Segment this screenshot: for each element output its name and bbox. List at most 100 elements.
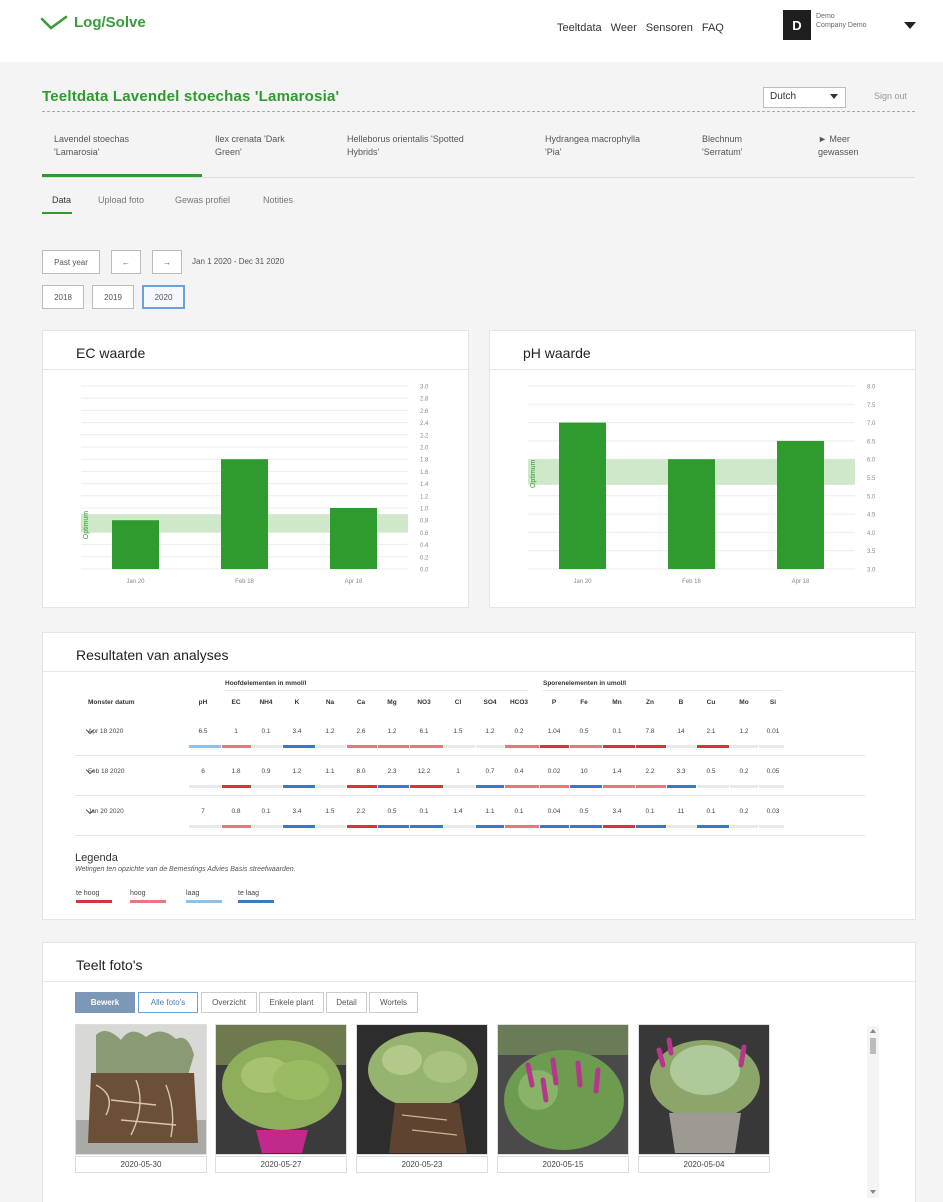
optimum-band-label: Optimum bbox=[530, 459, 537, 488]
table-cell: 0.1 bbox=[645, 808, 655, 815]
legend-high-label: hoog bbox=[130, 890, 146, 897]
avatar[interactable]: D bbox=[783, 10, 811, 40]
group-header-trace: Sporenelementen in umol/l bbox=[543, 680, 627, 687]
status-bar bbox=[730, 785, 758, 788]
filter-single-plant-button[interactable]: Enkele plant bbox=[259, 992, 324, 1013]
nav-item-teeltdata[interactable]: Teeltdata bbox=[557, 22, 602, 34]
table-cell: 12.2 bbox=[417, 768, 431, 775]
status-bar bbox=[410, 785, 443, 788]
past-year-button[interactable]: Past year bbox=[42, 250, 100, 274]
table-cell: 2.1 bbox=[706, 728, 716, 735]
filter-overview-button[interactable]: Overzicht bbox=[201, 992, 257, 1013]
status-bar bbox=[476, 825, 504, 828]
crop-tab-helleborus[interactable]: Helleborus orientalis 'Spotted Hybrids' bbox=[347, 133, 464, 159]
table-cell: 1.5 bbox=[325, 808, 335, 815]
column-header: NH4 bbox=[259, 699, 273, 706]
crop-photo[interactable] bbox=[497, 1024, 629, 1155]
table-cell: 7 bbox=[201, 808, 205, 815]
status-bar bbox=[697, 745, 729, 748]
status-bar bbox=[189, 785, 221, 788]
column-header: Mg bbox=[387, 699, 397, 706]
optimum-band-label: Optimum bbox=[83, 511, 90, 540]
year-2019-button[interactable]: 2019 bbox=[92, 285, 134, 309]
filter-roots-button[interactable]: Wortels bbox=[369, 992, 418, 1013]
photo-date: 2020-05-27 bbox=[215, 1156, 347, 1173]
status-bar bbox=[667, 825, 696, 828]
sign-out-link[interactable]: Sign out bbox=[874, 91, 907, 101]
nav-item-faq[interactable]: FAQ bbox=[702, 22, 724, 34]
account-user: Demo bbox=[816, 13, 835, 20]
check-logo-icon bbox=[40, 15, 68, 30]
nav-item-sensoren[interactable]: Sensoren bbox=[646, 22, 693, 34]
table-cell: 1.5 bbox=[453, 728, 463, 735]
account-info[interactable]: Demo Company Demo bbox=[816, 12, 867, 30]
crop-tab-label: Lavendel stoechas bbox=[54, 134, 130, 144]
table-cell: 1.04 bbox=[547, 728, 561, 735]
crop-photo[interactable] bbox=[356, 1024, 488, 1155]
table-cell: 2.6 bbox=[356, 728, 366, 735]
table-cell: 3.3 bbox=[676, 768, 686, 775]
table-cell: 3.4 bbox=[292, 728, 302, 735]
crop-photo[interactable] bbox=[75, 1024, 207, 1155]
status-bar bbox=[697, 825, 729, 828]
column-header: NO3 bbox=[417, 699, 431, 706]
subtab-gewas-profiel[interactable]: Gewas profiel bbox=[175, 195, 230, 205]
status-bar bbox=[636, 825, 666, 828]
row-date: Feb 18 2020 bbox=[88, 768, 125, 775]
status-bar bbox=[667, 785, 696, 788]
table-cell: 3.4 bbox=[612, 808, 622, 815]
card-divider bbox=[43, 671, 915, 672]
year-2020-button[interactable]: 2020 bbox=[142, 285, 185, 309]
status-bar bbox=[378, 745, 409, 748]
status-bar bbox=[283, 785, 315, 788]
table-cell: 0.1 bbox=[706, 808, 716, 815]
nav-item-weer[interactable]: Weer bbox=[611, 22, 637, 34]
language-select[interactable]: Dutch bbox=[763, 87, 846, 108]
crop-tab-lavendel[interactable]: Lavendel stoechas 'Lamarosia' bbox=[54, 133, 129, 159]
table-cell: 0.9 bbox=[261, 768, 271, 775]
crop-tab-hydrangea[interactable]: Hydrangea macrophylla 'Pia' bbox=[545, 133, 640, 159]
status-bar bbox=[316, 825, 346, 828]
status-bar bbox=[378, 785, 409, 788]
table-cell: 0.01 bbox=[766, 728, 780, 735]
ec-chart-card: EC waarde 0.0 0.2 0.4 0.6 0.8 1.0 1.2 1.4 1.6 1.8… bbox=[42, 330, 469, 608]
y-tick-label: 6.0 bbox=[867, 458, 876, 464]
y-tick-label: 2.4 bbox=[420, 421, 429, 427]
crop-photo[interactable] bbox=[638, 1024, 770, 1155]
photos-scrollbar[interactable] bbox=[867, 1026, 879, 1198]
status-bar bbox=[570, 825, 602, 828]
crop-tab-label: Ilex crenata 'Dark bbox=[215, 134, 285, 144]
crop-tab-label: 'Lamarosia' bbox=[54, 147, 100, 157]
row-date: Apr 18 2020 bbox=[88, 728, 124, 735]
column-header: B bbox=[678, 699, 684, 706]
edit-photos-button[interactable]: Bewerk bbox=[75, 992, 135, 1013]
ec-chart: 0.0 0.2 0.4 0.6 0.8 1.0 1.2 1.4 1.6 1.8 2.0 2.2 2.4 2… bbox=[81, 385, 429, 585]
x-tick-label: Jan 20 bbox=[573, 579, 592, 585]
subtab-notities[interactable]: Notities bbox=[263, 195, 293, 205]
y-tick-label: 3.0 bbox=[420, 385, 429, 391]
brand-logo[interactable]: Log/Solve bbox=[40, 14, 146, 31]
chart-bar bbox=[330, 508, 377, 569]
crop-photo[interactable] bbox=[215, 1024, 347, 1155]
subtab-upload-foto[interactable]: Upload foto bbox=[98, 195, 144, 205]
filter-detail-button[interactable]: Detail bbox=[326, 992, 367, 1013]
subtab-data[interactable]: Data bbox=[52, 195, 71, 205]
x-tick-label: Jan 20 bbox=[126, 579, 145, 585]
status-bar bbox=[730, 825, 758, 828]
status-bar bbox=[636, 785, 666, 788]
year-2018-button[interactable]: 2018 bbox=[42, 285, 84, 309]
crop-tab-more[interactable]: ► Meer gewassen bbox=[818, 133, 859, 159]
lavender-plant-photo-image bbox=[216, 1025, 346, 1154]
table-cell: 0.1 bbox=[419, 808, 429, 815]
previous-period-button[interactable]: ← bbox=[111, 250, 141, 274]
table-cell: 0.8 bbox=[231, 808, 241, 815]
status-bar bbox=[283, 745, 315, 748]
crop-tab-blechnum[interactable]: Blechnum 'Serratum' bbox=[702, 133, 742, 159]
next-period-button[interactable]: → bbox=[152, 250, 182, 274]
status-bar bbox=[347, 745, 377, 748]
column-header: Zn bbox=[646, 699, 654, 706]
photos-title: Teelt foto's bbox=[76, 957, 143, 973]
account-menu-caret-icon[interactable] bbox=[904, 22, 916, 29]
crop-tab-ilex[interactable]: Ilex crenata 'Dark Green' bbox=[215, 133, 285, 159]
filter-all-photos-button[interactable]: Alle foto's bbox=[138, 992, 198, 1013]
